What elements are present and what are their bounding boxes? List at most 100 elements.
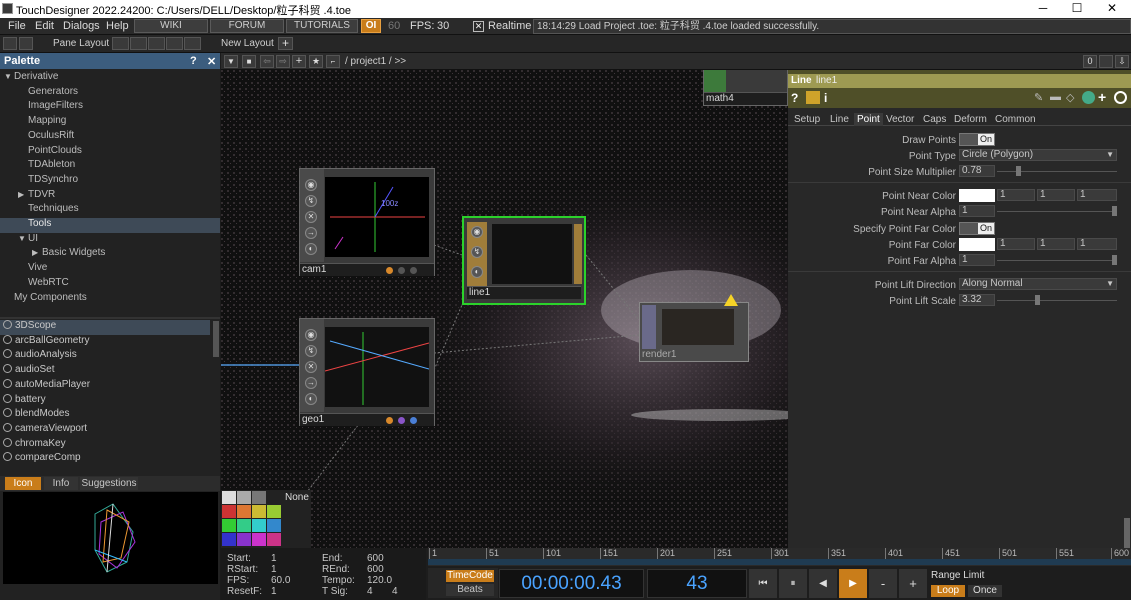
palette-tree-item[interactable]: OculusRift bbox=[0, 130, 220, 145]
tab-setup[interactable]: Setup bbox=[794, 114, 820, 125]
delete-icon[interactable]: ✕ bbox=[305, 361, 317, 373]
layout-image-icon[interactable] bbox=[3, 37, 17, 50]
tab-suggestions[interactable]: Suggestions bbox=[80, 477, 138, 490]
wiki-button[interactable]: WIKI bbox=[134, 19, 208, 33]
network-editor[interactable]: math4 ◉ ↯ ✕ → ◐ 100z cam1 ◉ ↯ ✕ → ◐ geo1… bbox=[221, 70, 788, 548]
end-field[interactable]: 600 bbox=[367, 553, 384, 564]
add-param-icon[interactable]: + bbox=[1098, 89, 1106, 105]
pane-layout-single-icon[interactable] bbox=[112, 37, 129, 50]
node-math4-label[interactable]: math4 bbox=[704, 92, 787, 105]
frame-display[interactable]: 43 bbox=[647, 569, 747, 598]
tab-vector[interactable]: Vector bbox=[886, 114, 914, 125]
far-alpha-field[interactable]: 1 bbox=[959, 254, 995, 266]
edit-icon[interactable]: ✎ bbox=[1034, 91, 1043, 104]
reverse-play-button[interactable]: ◀ bbox=[809, 569, 837, 598]
color-swatch[interactable] bbox=[222, 533, 236, 546]
near-color-g[interactable]: 1 bbox=[1037, 189, 1075, 201]
pane-split-icon[interactable]: ⇩ bbox=[1115, 55, 1129, 68]
realtime-checkbox[interactable]: ✕ bbox=[473, 21, 484, 32]
component-list-scrollbar[interactable] bbox=[213, 321, 219, 357]
menu-dialogs[interactable]: Dialogs bbox=[63, 20, 100, 32]
color-swatch[interactable] bbox=[222, 519, 236, 532]
rend-field[interactable]: 600 bbox=[367, 564, 384, 575]
timeline-fps-field[interactable]: 60.0 bbox=[271, 575, 290, 586]
palette-tree-item[interactable]: Techniques bbox=[0, 203, 220, 218]
once-toggle[interactable]: Once bbox=[968, 585, 1002, 597]
tsig-numerator[interactable]: 4 bbox=[367, 586, 373, 597]
parent-icon[interactable]: ⌐ bbox=[326, 55, 340, 68]
node-render1-label[interactable]: render1 bbox=[640, 349, 748, 362]
fps-box[interactable]: 60 bbox=[388, 20, 400, 32]
node-math4[interactable]: math4 bbox=[703, 70, 788, 106]
rstart-field[interactable]: 1 bbox=[271, 564, 277, 575]
forum-button[interactable]: FORUM bbox=[210, 19, 284, 33]
shape-icon[interactable]: ◇ bbox=[1066, 91, 1074, 104]
component-list-item[interactable]: blendModes bbox=[0, 408, 210, 423]
near-alpha-slider-handle[interactable] bbox=[1112, 206, 1117, 216]
node-render1[interactable]: render1 bbox=[639, 302, 749, 362]
pane-menu-icon[interactable]: ▼ bbox=[224, 55, 238, 68]
menu-file[interactable]: File bbox=[8, 20, 26, 32]
op-name[interactable]: line1 bbox=[816, 75, 837, 86]
tab-caps[interactable]: Caps bbox=[923, 114, 946, 125]
layout-tool-icon[interactable] bbox=[19, 37, 33, 50]
palette-close-button[interactable]: ✕ bbox=[207, 55, 216, 68]
palette-tree-item[interactable]: TDAbleton bbox=[0, 159, 220, 174]
resetf-field[interactable]: 1 bbox=[271, 586, 277, 597]
close-window-button[interactable]: ✕ bbox=[1097, 1, 1127, 17]
perform-mode-button[interactable]: OI bbox=[361, 19, 381, 33]
geo1-flag-dot[interactable] bbox=[398, 417, 405, 424]
timecode-display[interactable]: 00:00:00.43 bbox=[499, 569, 644, 598]
lift-scale-field[interactable]: 3.32 bbox=[959, 294, 995, 306]
point-type-dropdown[interactable]: Circle (Polygon) ▼ bbox=[959, 149, 1117, 161]
viewer-icon[interactable]: ◉ bbox=[305, 179, 317, 191]
near-alpha-field[interactable]: 1 bbox=[959, 205, 995, 217]
pane-layout-split-v-icon[interactable] bbox=[130, 37, 147, 50]
component-list-item[interactable]: compareComp bbox=[0, 452, 210, 467]
cam1-flag-dot[interactable] bbox=[386, 267, 393, 274]
component-list-item[interactable]: battery bbox=[0, 393, 210, 409]
palette-tree-item[interactable]: WebRTC bbox=[0, 277, 220, 292]
python-help-icon[interactable] bbox=[1082, 91, 1095, 104]
pane-layout-quad-icon[interactable] bbox=[184, 37, 201, 50]
python-icon[interactable] bbox=[806, 91, 820, 104]
near-color-r[interactable]: 1 bbox=[997, 189, 1035, 201]
near-color-swatch[interactable] bbox=[959, 189, 995, 202]
rewind-button[interactable]: ⏮ bbox=[749, 569, 777, 598]
lift-scale-slider-handle[interactable] bbox=[1035, 295, 1040, 305]
viewer-icon[interactable]: ◉ bbox=[305, 329, 317, 341]
bypass-icon[interactable]: ↯ bbox=[305, 195, 317, 207]
tempo-field[interactable]: 120.0 bbox=[367, 575, 392, 586]
info-icon[interactable]: i bbox=[824, 91, 827, 105]
lift-direction-dropdown[interactable]: Along Normal ▼ bbox=[959, 278, 1117, 290]
color-swatch[interactable] bbox=[252, 491, 266, 504]
tree-arrow-icon[interactable]: ▼ bbox=[4, 72, 14, 81]
palette-tree-item[interactable]: TDSynchro bbox=[0, 174, 220, 189]
component-list-item[interactable]: arcBallGeometry bbox=[0, 334, 210, 350]
color-swatch[interactable] bbox=[267, 505, 281, 518]
timecode-toggle[interactable]: TimeCode bbox=[446, 570, 494, 582]
display-icon[interactable]: ◐ bbox=[471, 266, 483, 278]
color-swatch[interactable] bbox=[237, 491, 251, 504]
node-cam1[interactable]: ◉ ↯ ✕ → ◐ 100z cam1 bbox=[299, 168, 435, 276]
back-icon[interactable]: ⇦ bbox=[260, 55, 274, 68]
pane-layout-split-h-icon[interactable] bbox=[148, 37, 165, 50]
color-swatch[interactable] bbox=[222, 505, 236, 518]
geo1-flag-dot[interactable] bbox=[410, 417, 417, 424]
cam1-flag-dot[interactable] bbox=[410, 267, 417, 274]
target-icon[interactable] bbox=[1114, 91, 1127, 104]
bypass-icon[interactable]: ↯ bbox=[471, 246, 483, 258]
color-swatch[interactable] bbox=[222, 491, 236, 504]
palette-tree-item[interactable]: ImageFilters bbox=[0, 100, 220, 115]
help-icon[interactable]: ? bbox=[791, 91, 798, 105]
near-alpha-slider[interactable] bbox=[997, 211, 1117, 212]
add-op-icon[interactable]: + bbox=[292, 55, 306, 68]
lock-icon[interactable]: → bbox=[305, 227, 317, 239]
tsig-denominator[interactable]: 4 bbox=[392, 586, 398, 597]
display-icon[interactable]: ◐ bbox=[305, 393, 317, 405]
component-list-item[interactable]: autoMediaPlayer bbox=[0, 378, 210, 394]
tree-arrow-icon[interactable]: ▼ bbox=[18, 234, 28, 243]
palette-tree-item[interactable]: Vive bbox=[0, 262, 220, 277]
step-back-button[interactable]: - bbox=[869, 569, 897, 598]
far-color-r[interactable]: 1 bbox=[997, 238, 1035, 250]
